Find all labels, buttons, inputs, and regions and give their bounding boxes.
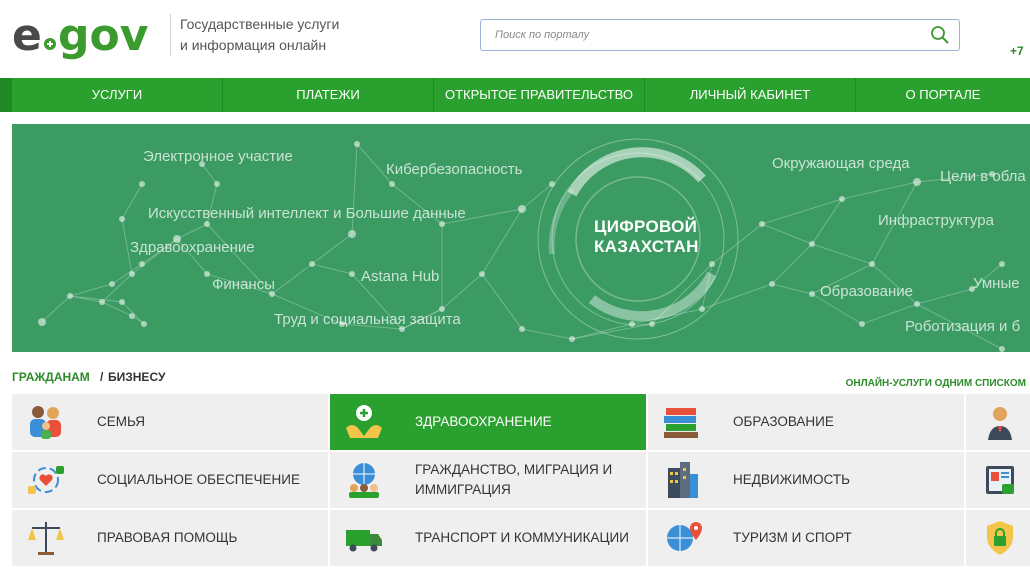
banner-topic: Astana Hub [361,268,440,285]
tab-business[interactable]: БИЗНЕСУ [108,370,165,384]
tile-label: ОБРАЗОВАНИЕ [733,414,834,429]
phone-number[interactable]: +7 [1010,44,1024,58]
search-box [480,19,960,51]
search-button[interactable] [929,24,951,46]
tile-label: ТРАНСПОРТ И КОММУНИКАЦИИ [415,530,629,545]
tile-label: ТУРИЗМ И СПОРТ [733,530,852,545]
site-header: e gov Государственные услуги и информаци… [0,0,1030,78]
banner-topic: Кибербезопасность [386,161,523,178]
banner-topic: Инфраструктура [878,212,994,229]
banner-topic: Цели в обла [940,168,1026,185]
books-icon [664,408,698,438]
banner-topic: Электронное участие [143,148,293,165]
tile-label: СЕМЬЯ [97,414,146,429]
category-tile-transport[interactable]: ТРАНСПОРТ И КОММУНИКАЦИИ [330,510,646,566]
banner-topic: Образование [820,283,913,300]
svg-text:gov: gov [58,10,149,60]
banner-topic: Труд и социальная защита [274,311,461,328]
egov-logo-icon: e gov [12,10,149,61]
nav-item-open-government[interactable]: ОТКРЫТОЕ ПРАВИТЕЛЬСТВО [434,78,645,112]
person-icon [988,407,1012,440]
nav-left-strip [0,78,12,112]
nav-item-services[interactable]: УСЛУГИ [12,78,223,112]
category-tile-tourism-sport[interactable]: ТУРИЗМ И СПОРТ [648,510,964,566]
category-grid: СЕМЬЯ ЗДРАВООХРАНЕНИЕ ОБРАЗОВАНИЕ СОЦИАЛ… [12,394,1030,580]
tile-label: ЗДРАВООХРАНЕНИЕ [415,414,552,429]
banner-topic: Финансы [212,276,275,293]
globe-people-icon [349,463,379,498]
search-input[interactable] [495,26,915,44]
shield-lock-icon [987,521,1013,555]
nav-item-payments[interactable]: ПЛАТЕЖИ [223,78,434,112]
id-card-icon [986,466,1014,494]
category-tile-social-security[interactable]: СОЦИАЛЬНОЕ ОБЕСПЕЧЕНИЕ [12,452,328,508]
banner-topic: Умные [973,275,1020,292]
banner-topic: Роботизация и б [905,318,1021,335]
category-tabs: ГРАЖДАНАМ / БИЗНЕСУ ОНЛАЙН-УСЛУГИ ОДНИМ … [12,370,1030,390]
social-care-icon [28,466,64,494]
search-icon [931,26,949,44]
main-nav: УСЛУГИ ПЛАТЕЖИ ОТКРЫТОЕ ПРАВИТЕЛЬСТВО ЛИ… [12,78,1030,112]
category-tile-legal-aid[interactable]: ПРАВОВАЯ ПОМОЩЬ [12,510,328,566]
tile-label: НЕДВИЖИМОСТЬ [733,472,850,487]
banner-headline: ЦИФРОВОЙ КАЗАХСТАН [594,217,699,257]
category-tile-healthcare[interactable]: ЗДРАВООХРАНЕНИЕ [330,394,646,450]
tagline-line-2: и информация онлайн [180,37,327,53]
svg-text:e: e [12,10,42,60]
healthcare-icon [346,405,382,438]
category-tile-education[interactable]: ОБРАЗОВАНИЕ [648,394,964,450]
scales-icon [28,522,64,555]
banner-headline-line-2: КАЗАХСТАН [594,237,699,256]
category-tile-documents[interactable] [966,452,1030,508]
all-services-link[interactable]: ОНЛАЙН-УСЛУГИ ОДНИМ СПИСКОМ [846,378,1026,389]
tab-separator: / [100,370,104,384]
category-tile-employment[interactable] [966,394,1030,450]
site-tagline: Государственные услуги и информация онла… [170,14,380,56]
truck-icon [346,530,382,552]
banner-headline-line-1: ЦИФРОВОЙ [594,217,698,236]
digital-kazakhstan-banner[interactable]: Электронное участие Кибербезопасность Ис… [12,124,1030,352]
globe-pin-icon [667,522,702,551]
family-icon [30,406,61,439]
banner-topic: Искусственный интеллект и Большие данные [148,205,466,222]
tab-citizens[interactable]: ГРАЖДАНАМ [12,370,90,384]
nav-item-personal-account[interactable]: ЛИЧНЫЙ КАБИНЕТ [645,78,856,112]
banner-topic: Окружающая среда [772,155,910,172]
tile-label: СОЦИАЛЬНОЕ ОБЕСПЕЧЕНИЕ [97,472,300,487]
category-tile-security[interactable] [966,510,1030,566]
category-tile-family[interactable]: СЕМЬЯ [12,394,328,450]
tile-label: ПРАВОВАЯ ПОМОЩЬ [97,530,238,545]
tile-label: ГРАЖДАНСТВО, МИГРАЦИЯ И ИММИГРАЦИЯ [415,462,613,497]
banner-topic: Здравоохранение [130,239,255,256]
category-tile-citizenship[interactable]: ГРАЖДАНСТВО, МИГРАЦИЯ И ИММИГРАЦИЯ [330,452,646,508]
nav-item-about[interactable]: О ПОРТАЛЕ [856,78,1030,112]
buildings-icon [668,462,698,498]
tagline-line-1: Государственные услуги [180,16,340,32]
category-tile-real-estate[interactable]: НЕДВИЖИМОСТЬ [648,452,964,508]
egov-logo[interactable]: e gov [12,10,162,61]
